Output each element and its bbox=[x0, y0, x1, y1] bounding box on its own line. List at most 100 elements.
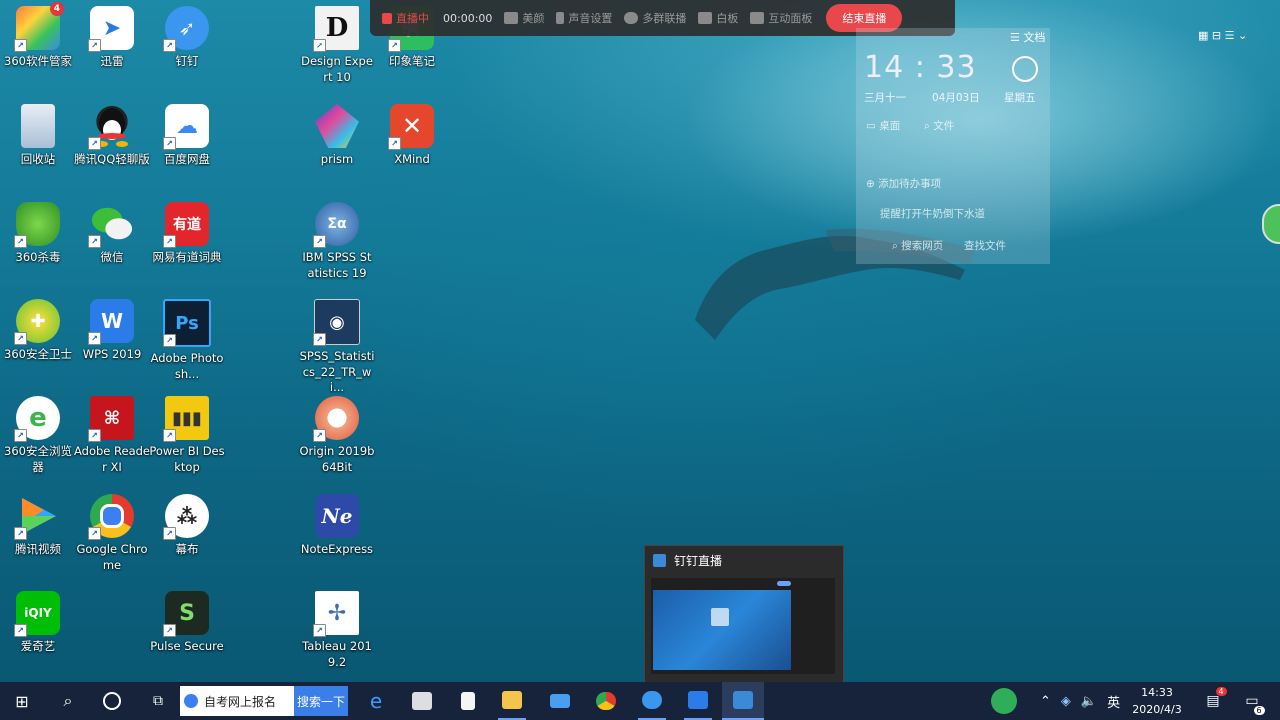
desktop-icon-tencent-video[interactable]: ↗ 腾讯视频 bbox=[0, 494, 76, 558]
action-center-button[interactable]: ▭ 6 bbox=[1238, 682, 1266, 720]
desktop-icon-youdao[interactable]: 有道 ↗ 网易有道词典 bbox=[149, 202, 225, 266]
widget-search-file[interactable]: 查找文件 bbox=[964, 238, 1006, 253]
camera-button[interactable]: 美颜 bbox=[504, 10, 544, 26]
icon-label: Adobe Photosh... bbox=[150, 351, 224, 381]
baidu-netdisk-icon: ☁ ↗ bbox=[163, 104, 209, 150]
task-view-button[interactable]: ⧉ bbox=[146, 682, 170, 720]
desktop-icon-google-chrome[interactable]: ↗ Google Chrome bbox=[74, 494, 150, 573]
tray-notification-app[interactable]: ▤ 4 bbox=[1200, 682, 1227, 720]
taskbar-dingtalk[interactable] bbox=[638, 682, 666, 720]
dingtalk-live-icon bbox=[653, 553, 666, 567]
desktop-icon-baidu-netdisk[interactable]: ☁ ↗ 百度网盘 bbox=[149, 104, 225, 168]
desktop-icon-design-expert[interactable]: D ↗ Design Expert 10 bbox=[299, 6, 375, 85]
desktop-icon-ibm-spss-19[interactable]: Σα ↗ IBM SPSS Statistics 19 bbox=[299, 202, 375, 281]
desktop-icon-qq[interactable]: ↗ 腾讯QQ轻聊版 bbox=[74, 104, 150, 168]
desktop-icon-360-security[interactable]: ✚ ↗ 360安全卫士 bbox=[0, 299, 76, 363]
desktop-icon-origin[interactable]: ↗ Origin 2019b 64Bit bbox=[299, 396, 375, 475]
audio-settings-button[interactable]: 声音设置 bbox=[556, 10, 612, 26]
edge-icon: e bbox=[369, 689, 383, 713]
desktop-icon-iqiyi[interactable]: iQIY ↗ 爱奇艺 bbox=[0, 591, 76, 655]
desktop-icon-wechat[interactable]: ↗ 微信 bbox=[74, 202, 150, 266]
icon-label: 钉钉 bbox=[175, 54, 199, 68]
tableau-icon: ✢ ↗ bbox=[313, 591, 359, 637]
chevron-up-icon[interactable]: ⌃ bbox=[1040, 694, 1051, 709]
widget-file-link[interactable]: ⌕ 文件 bbox=[924, 118, 954, 133]
taskbar-notepad[interactable] bbox=[454, 682, 482, 720]
desktop-icon-tableau[interactable]: ✢ ↗ Tableau 2019.2 bbox=[299, 591, 375, 670]
desktop-icon-mubu[interactable]: ⁂ ↗ 幕布 bbox=[149, 494, 225, 558]
ibm-spss-icon: Σα ↗ bbox=[313, 202, 359, 248]
desktop-icon-prism[interactable]: prism bbox=[299, 104, 375, 168]
taskbar-chrome[interactable] bbox=[592, 682, 620, 720]
taskbar-preview-popup[interactable]: 钉钉直播 bbox=[644, 545, 844, 682]
icon-label: 腾讯QQ轻聊版 bbox=[74, 152, 150, 166]
wps-icon bbox=[688, 691, 708, 709]
folder-icon bbox=[502, 691, 522, 709]
desktop-icon-wps[interactable]: W ↗ WPS 2019 bbox=[74, 299, 150, 363]
widget-search-web[interactable]: ⌕ 搜索网页 bbox=[892, 238, 943, 253]
desktop-icon-xmind[interactable]: ✕ ↗ XMind bbox=[374, 104, 450, 168]
pulse-secure-icon: S ↗ bbox=[163, 591, 209, 637]
interact-panel-button[interactable]: 互动面板 bbox=[750, 10, 812, 26]
start-button[interactable]: ⊞ bbox=[8, 682, 36, 720]
wps-icon: W ↗ bbox=[88, 299, 134, 345]
desktop-icon-power-bi[interactable]: ▮▮▮ ↗ Power BI Desktop bbox=[149, 396, 225, 475]
widget-news[interactable]: 提醒打开牛奶倒下水道 bbox=[880, 206, 985, 221]
icon-label: 回收站 bbox=[20, 152, 56, 166]
taskbar-search-button[interactable]: 搜索一下 bbox=[294, 686, 348, 716]
whiteboard-button[interactable]: 白板 bbox=[698, 10, 738, 26]
icon-label: Design Expert 10 bbox=[301, 54, 373, 84]
dingtalk-icon: ➶ ↗ bbox=[163, 6, 209, 52]
taskbar-search-box[interactable]: 自考网上报名 搜索一下 bbox=[180, 686, 348, 716]
desktop-icon-spss-22[interactable]: ◉ ↗ SPSS_Statistics_22_TR_wi... bbox=[299, 299, 375, 396]
spss-statistics-icon: ◉ ↗ bbox=[313, 299, 360, 346]
taskbar-explorer[interactable] bbox=[498, 682, 526, 720]
volume-icon[interactable]: 🔈 bbox=[1081, 694, 1097, 709]
icon-label: 印象笔记 bbox=[389, 54, 435, 68]
floating-ball-icon[interactable] bbox=[1262, 204, 1280, 244]
mail-icon bbox=[550, 694, 570, 708]
icon-label: WPS 2019 bbox=[82, 347, 142, 361]
taskbar-wps[interactable] bbox=[684, 682, 712, 720]
desktop-icon-noteexpress[interactable]: Ne NoteExpress bbox=[299, 494, 375, 558]
icon-label: prism bbox=[320, 152, 354, 166]
search-button[interactable]: ⌕ bbox=[56, 682, 80, 720]
desktop-icon-adobe-reader[interactable]: ⌘ ↗ Adobe Reader XI bbox=[74, 396, 150, 475]
desktop-icon-recycle-bin[interactable]: 回收站 bbox=[0, 104, 76, 168]
taskbar-store[interactable] bbox=[408, 682, 436, 720]
live-signal-icon bbox=[382, 12, 392, 24]
xmind-icon: ✕ ↗ bbox=[388, 104, 434, 150]
widget-add-todo[interactable]: ⊕ 添加待办事项 bbox=[866, 176, 941, 191]
taskbar-mail[interactable] bbox=[546, 682, 574, 720]
ime-indicator[interactable]: 英 bbox=[1107, 692, 1120, 711]
desktop-icon-photoshop[interactable]: Ps ↗ Adobe Photosh... bbox=[149, 299, 225, 382]
tray-app-monitor[interactable] bbox=[986, 682, 1022, 720]
taskbar-edge[interactable]: e bbox=[362, 682, 390, 720]
icon-label: 迅雷 bbox=[100, 54, 124, 68]
desktop-icon-dingtalk[interactable]: ➶ ↗ 钉钉 bbox=[149, 6, 225, 70]
store-icon bbox=[412, 692, 432, 710]
taskbar-dingtalk-live[interactable] bbox=[722, 682, 764, 720]
desktop-icon-360-software[interactable]: 4 ↗ 360软件管家 bbox=[0, 2, 76, 70]
taskbar-clock[interactable]: 14:33 2020/4/3 bbox=[1126, 684, 1188, 718]
widget-desktop-link[interactable]: ▭ 桌面 bbox=[866, 118, 900, 133]
widget-doc-tab[interactable]: ☰ 文档 bbox=[1010, 29, 1045, 45]
cortana-icon bbox=[103, 692, 121, 710]
widget-menu-icon[interactable]: ▦ ⊟ ☰ ⌄ bbox=[1198, 29, 1247, 42]
icon-label: NoteExpress bbox=[300, 542, 374, 556]
cortana-button[interactable] bbox=[100, 682, 124, 720]
desktop-icon-pulse-secure[interactable]: S ↗ Pulse Secure bbox=[149, 591, 225, 655]
notification-badge: 4 bbox=[1215, 687, 1227, 696]
taskbar-search-input[interactable]: 自考网上报名 bbox=[204, 693, 308, 710]
desktop-icon-360-browser[interactable]: e ↗ 360安全浏览器 bbox=[0, 396, 76, 475]
desktop-icon-360-antivirus[interactable]: ↗ 360杀毒 bbox=[0, 202, 76, 266]
qq-penguin-icon: ↗ bbox=[88, 104, 134, 150]
icon-label: SPSS_Statistics_22_TR_wi... bbox=[299, 349, 375, 394]
multi-group-button[interactable]: 多群联播 bbox=[624, 10, 686, 26]
live-status: 直播中 bbox=[382, 10, 429, 26]
noteexpress-icon: Ne bbox=[315, 494, 359, 538]
shield-icon[interactable]: ◈ bbox=[1061, 694, 1071, 709]
mubu-icon: ⁂ ↗ bbox=[163, 494, 209, 540]
design-expert-icon: D ↗ bbox=[313, 6, 359, 52]
desktop-icon-xunlei[interactable]: ➤ ↗ 迅雷 bbox=[74, 6, 150, 70]
